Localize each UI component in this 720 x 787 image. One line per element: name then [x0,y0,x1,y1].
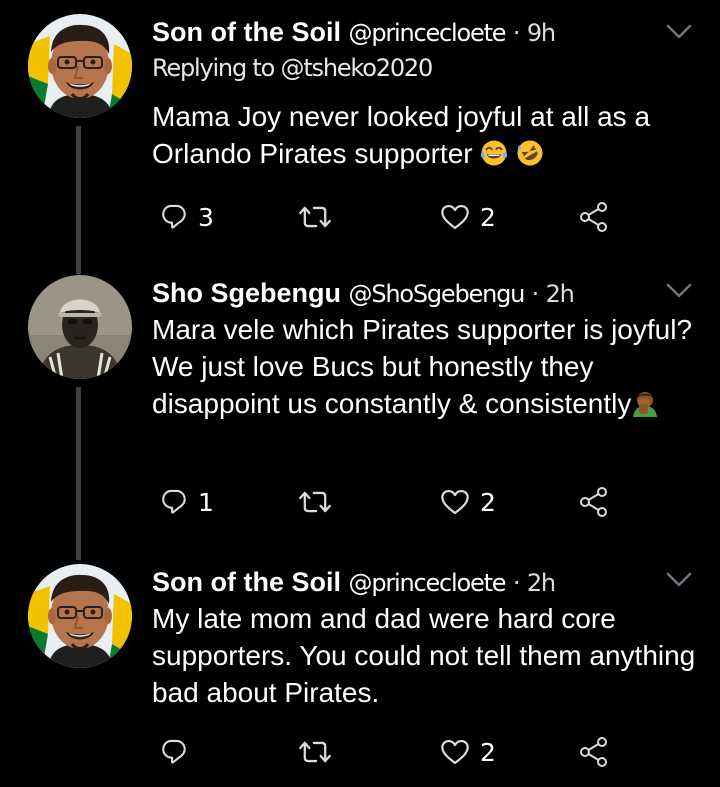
tweet-text-content: Mama Joy never looked joyful at all as a… [152,101,651,169]
tweet-header: Son of the Soil @princecloete · 2h [152,564,556,601]
tweet[interactable]: Son of the Soil @princecloete · 2h My la… [0,564,720,787]
display-name[interactable]: Son of the Soil [152,17,341,47]
avatar[interactable] [28,275,132,379]
chevron-down-icon[interactable] [666,283,692,299]
reply-icon [162,204,186,229]
display-name[interactable]: Son of the Soil [152,567,341,597]
retweet-icon [299,206,331,228]
tweet-header: Sho Sgebengu @ShoSgebengu · 2h [152,275,575,312]
share-button[interactable] [578,732,610,772]
reply-button[interactable]: 1 [160,482,214,522]
like-count: 2 [480,202,496,232]
tweet[interactable]: Sho Sgebengu @ShoSgebengu · 2h Mara vele… [0,275,720,560]
tweet-actions: 3 2 [0,197,720,237]
avatar-photo [28,275,132,379]
retweet-icon [299,741,331,763]
tweet-header: Son of the Soil @princecloete · 9h [152,14,556,51]
retweet-icon [299,491,331,513]
tweet-actions: 2 [0,732,720,772]
user-handle[interactable]: @princecloete [349,19,507,47]
retweet-button[interactable] [298,482,332,522]
like-count: 2 [480,737,496,767]
reply-button[interactable]: 3 [160,197,214,237]
avatar-photo [28,564,132,668]
avatar[interactable] [28,564,132,668]
man-facepalming-emoji-icon [633,392,658,417]
like-button[interactable]: 2 [440,732,496,772]
share-button[interactable] [578,197,610,237]
thread-line [76,387,81,560]
timestamp[interactable]: 2h [527,569,556,597]
share-icon [580,737,607,767]
chevron-down-icon[interactable] [666,572,692,588]
rolling-on-floor-laughing-emoji-icon [517,140,543,166]
display-name[interactable]: Sho Sgebengu [152,278,341,308]
tweet-text-content: Mara vele which Pirates supporter is joy… [152,314,693,419]
like-icon [441,489,469,515]
timestamp[interactable]: 2h [546,280,575,308]
retweet-button[interactable] [298,732,332,772]
reply-count: 3 [198,202,214,232]
like-icon [441,739,469,765]
reply-icon [162,739,186,764]
tweet[interactable]: Son of the Soil @princecloete · 9h Reply… [0,14,720,274]
tweet-text: Mara vele which Pirates supporter is joy… [152,311,712,422]
retweet-button[interactable] [298,197,332,237]
separator-dot: · [512,19,521,47]
like-button[interactable]: 2 [440,197,496,237]
tweet-actions: 1 2 [0,482,720,522]
like-count: 2 [480,487,496,517]
share-icon [580,202,607,232]
separator-dot: · [531,280,540,308]
share-button[interactable] [578,482,610,522]
separator-dot: · [512,569,521,597]
reply-button[interactable] [160,732,198,772]
avatar[interactable] [28,14,132,118]
tweet-text: Mama Joy never looked joyful at all as a… [152,98,712,172]
replying-to[interactable]: Replying to @tsheko2020 [152,54,433,82]
reply-icon [162,489,186,514]
tweet-text: My late mom and dad were hard core suppo… [152,603,696,708]
reply-count: 1 [198,487,214,517]
avatar-photo [28,14,132,118]
user-handle[interactable]: @princecloete [349,569,507,597]
timestamp[interactable]: 9h [527,19,556,47]
like-icon [441,204,469,230]
like-button[interactable]: 2 [440,482,496,522]
tears-of-joy-emoji-icon [481,140,508,166]
share-icon [580,487,607,517]
chevron-down-icon[interactable] [666,24,692,40]
user-handle[interactable]: @ShoSgebengu [349,280,526,308]
